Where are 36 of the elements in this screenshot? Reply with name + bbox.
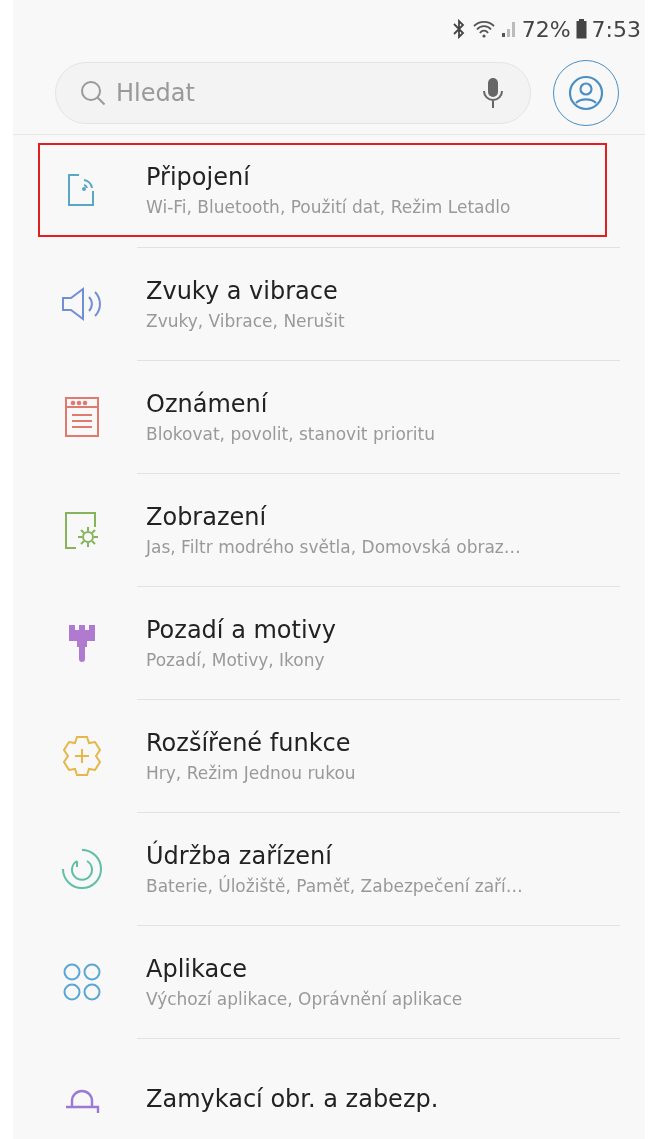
settings-item[interactable]: Připojení Wi-Fi, Bluetooth, Použití dat, Režim Letadlo: [38, 143, 607, 237]
item-subtitle: Blokovat, povolit, stanovit prioritu: [146, 424, 435, 444]
item-title: Zamykací obr. a zabezp.: [146, 1085, 439, 1113]
settings-item[interactable]: Zobrazení Jas, Filtr modrého světla, Domovská obraz…: [38, 474, 607, 586]
microphone-icon[interactable]: [483, 77, 503, 109]
item-subtitle: Jas, Filtr modrého světla, Domovská obraz…: [146, 537, 521, 557]
item-subtitle: Wi-Fi, Bluetooth, Použití dat, Režim Letadlo: [146, 197, 511, 217]
clock: 7:53: [591, 16, 641, 42]
item-subtitle: Zvuky, Vibrace, Nerušit: [146, 311, 345, 331]
settings-item[interactable]: Zamykací obr. a zabezp.: [38, 1039, 607, 1115]
item-title: Rozšířené funkce: [146, 729, 352, 757]
account-icon: [568, 75, 604, 111]
item-subtitle: Výchozí aplikace, Oprávnění aplikace: [146, 989, 463, 1009]
item-title: Připojení: [146, 163, 252, 191]
signal-icon: [500, 20, 517, 38]
battery-percent: 72%: [521, 16, 571, 42]
search-icon: [79, 79, 107, 107]
item-subtitle: Pozadí, Motivy, Ikony: [146, 650, 326, 670]
search-field[interactable]: Hledat: [55, 62, 531, 124]
settings-item[interactable]: Pozadí a motivy Pozadí, Motivy, Ikony: [38, 587, 607, 699]
settings-item[interactable]: Oznámení Blokovat, povolit, stanovit prioritu: [38, 361, 607, 473]
item-title: Zobrazení: [146, 503, 268, 531]
item-title: Pozadí a motivy: [146, 616, 337, 644]
settings-item[interactable]: Rozšířené funkce Hry, Režim Jednou rukou: [38, 700, 607, 812]
item-title: Zvuky a vibrace: [146, 277, 339, 305]
item-subtitle: Hry, Režim Jednou rukou: [146, 763, 356, 783]
settings-item[interactable]: Údržba zařízení Baterie, Úložiště, Paměť, Zabezpečení zaří…: [38, 813, 607, 925]
settings-item[interactable]: Zvuky a vibrace Zvuky, Vibrace, Nerušit: [38, 248, 607, 360]
item-title: Údržba zařízení: [146, 842, 334, 870]
item-title: Aplikace: [146, 955, 249, 983]
item-title: Oznámení: [146, 390, 269, 418]
wifi-icon: [471, 20, 496, 38]
bluetooth-icon: [450, 19, 467, 39]
settings-item[interactable]: Aplikace Výchozí aplikace, Oprávnění aplikace: [38, 926, 607, 1038]
item-subtitle: Baterie, Úložiště, Paměť, Zabezpečení zaří…: [146, 876, 523, 896]
battery-icon: [575, 19, 587, 39]
